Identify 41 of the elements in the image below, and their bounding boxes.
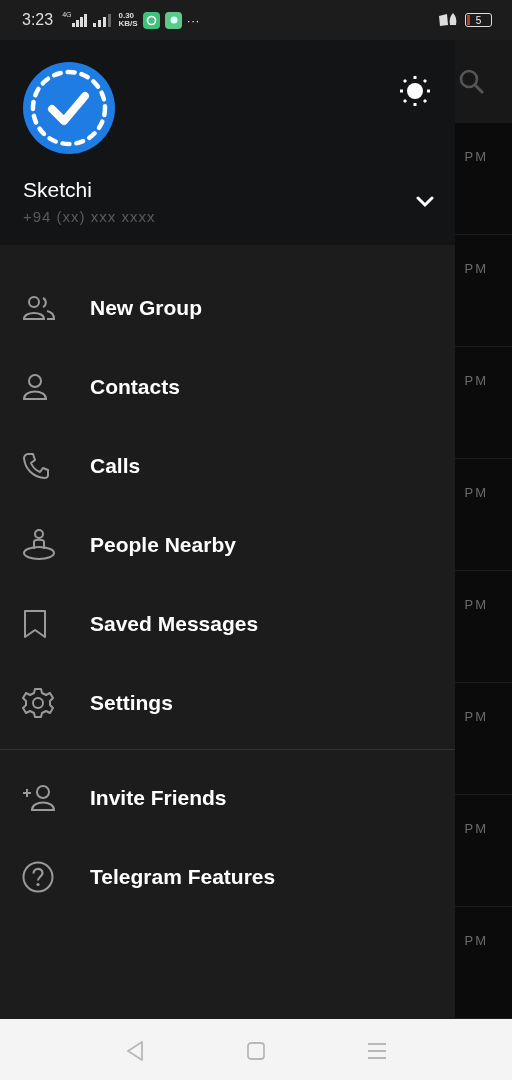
chat-time: PM <box>464 261 488 277</box>
menu-item[interactable]: Invite Friends <box>0 758 455 837</box>
menu-icon[interactable] <box>367 1041 387 1060</box>
menu-item[interactable]: Saved Messages <box>0 584 455 663</box>
chat-time: PM <box>464 933 488 949</box>
app-notification-icon <box>164 11 182 29</box>
chat-time: PM <box>464 709 488 725</box>
account-name: Sketchi <box>23 178 93 202</box>
person-on-spot-icon <box>22 528 56 561</box>
battery-icon: 5 <box>465 13 492 27</box>
clock: 3:23 <box>22 11 54 29</box>
menu-item[interactable]: New Group <box>0 268 455 347</box>
menu-item[interactable]: Calls <box>0 426 455 505</box>
chat-time: PM <box>464 821 488 837</box>
avatar-check-icon <box>23 62 115 154</box>
chat-time: PM <box>464 597 488 613</box>
chevron-icon[interactable] <box>415 195 435 208</box>
phone-icon <box>22 451 50 480</box>
menu-item[interactable]: Telegram Features <box>0 837 455 916</box>
help-icon <box>22 860 54 893</box>
person-icon <box>22 372 48 401</box>
app-notification-icon <box>142 11 160 29</box>
settings-icon <box>22 686 54 719</box>
people-icon <box>22 294 56 321</box>
search-icon[interactable] <box>458 67 486 96</box>
chat-time: PM <box>464 485 488 501</box>
back-icon[interactable] <box>125 1039 145 1062</box>
menu-item[interactable]: Settings <box>0 663 455 742</box>
menu-item[interactable]: Contacts <box>0 347 455 426</box>
theme-toggle-icon[interactable] <box>399 75 431 107</box>
more-notifications: ··· <box>186 12 200 28</box>
signal-icon <box>93 13 114 27</box>
home-icon[interactable] <box>247 1041 265 1060</box>
phone-number: +94 (xx) xxx xxxx <box>23 208 156 225</box>
chat-time: PM <box>464 149 488 165</box>
signal-icon <box>72 13 89 27</box>
network-speed: 0.30 KB/S <box>118 12 138 28</box>
chat-time: PM <box>464 373 488 389</box>
menu-item[interactable]: People Nearby <box>0 505 455 584</box>
bookmark-icon <box>22 608 48 639</box>
add-person-icon <box>22 783 56 812</box>
